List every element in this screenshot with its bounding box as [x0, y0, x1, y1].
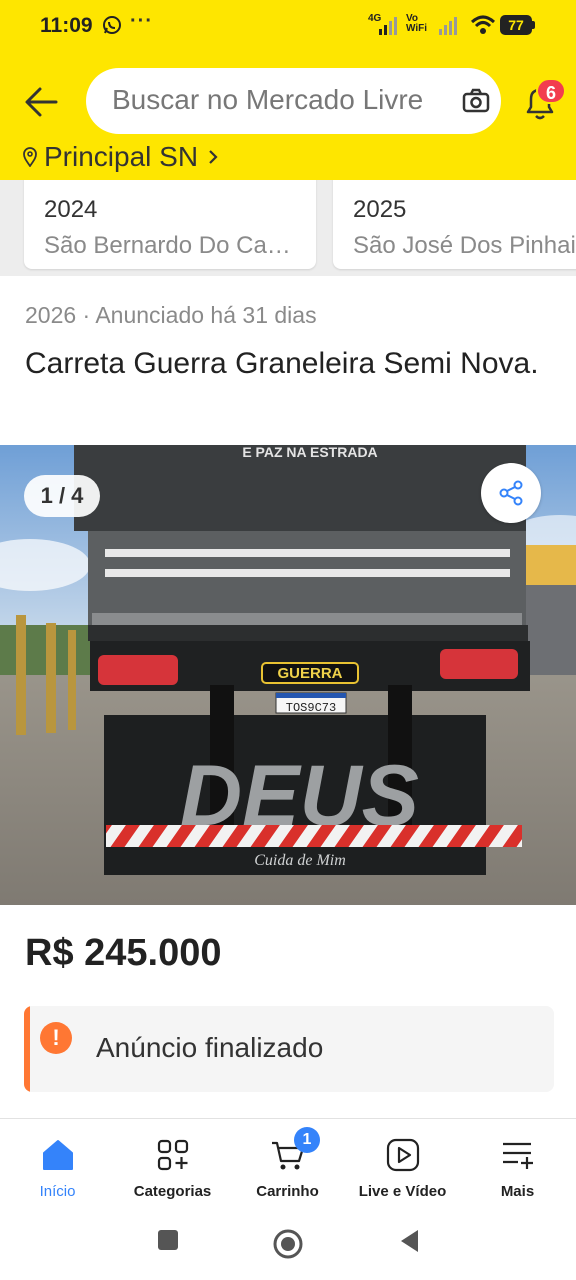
- more-notifications-icon: ···: [130, 10, 153, 32]
- listing-photo[interactable]: GUERRA TOS9C73 DEUS Cuida de Mim E PAZ N…: [0, 445, 576, 905]
- menu-plus-icon: [502, 1142, 533, 1169]
- system-back-icon[interactable]: [398, 1228, 422, 1254]
- related-card-year: 2025: [353, 196, 407, 223]
- nav-item-live-video[interactable]: Live e Vídeo: [345, 1137, 460, 1200]
- status-time: 11:09: [40, 14, 93, 37]
- nav-item-inicio[interactable]: Início: [0, 1137, 115, 1200]
- photo-counter: 1 / 4: [24, 475, 100, 517]
- related-carousel[interactable]: 2024 São Bernardo Do Campo 2025 São José…: [0, 180, 576, 276]
- system-navigation-bar: [0, 1210, 576, 1280]
- battery-icon: 77: [500, 15, 536, 35]
- search-input[interactable]: Buscar no Mercado Livre: [86, 68, 501, 134]
- tarp-banner-text: E PAZ NA ESTRADA: [242, 445, 377, 460]
- price: R$ 245.000: [25, 932, 222, 974]
- wifi-icon: [470, 15, 496, 34]
- nav-label: Carrinho: [256, 1183, 319, 1200]
- nav-label: Início: [39, 1183, 76, 1200]
- listing-title: Carreta Guerra Graneleira Semi Nova.: [25, 347, 539, 380]
- related-card[interactable]: 2025 São José Dos Pinhais: [333, 180, 576, 269]
- related-card-location: São José Dos Pinhais: [353, 232, 576, 259]
- app-header: 11:09 ··· 4G Vo WiFi 77 Buscar no Mercad…: [0, 0, 576, 180]
- mudflap-script: Cuida de Mim: [254, 852, 346, 869]
- nav-item-mais[interactable]: Mais: [460, 1137, 575, 1200]
- nav-label: Live e Vídeo: [358, 1183, 447, 1200]
- whatsapp-icon: [103, 16, 121, 34]
- cart-count-badge: 1: [294, 1127, 320, 1153]
- signal-vowifi-icon: Vo WiFi: [406, 14, 466, 36]
- license-plate-text: TOS9C73: [286, 701, 336, 715]
- search-placeholder: Buscar no Mercado Livre: [112, 84, 424, 115]
- status-accent-bar: [24, 1006, 30, 1092]
- listing-status-banner: ! Anúncio finalizado: [24, 1006, 554, 1092]
- location-selector[interactable]: Principal SN: [22, 140, 220, 174]
- brand-plate-text: GUERRA: [277, 665, 342, 682]
- nav-label: Mais: [500, 1183, 535, 1200]
- recent-apps-icon[interactable]: [156, 1228, 180, 1252]
- listing-meta: 2026 · Anunciado há 31 dias: [25, 302, 317, 328]
- nav-label: Categorias: [133, 1183, 212, 1200]
- bottom-navigation: Início Categorias 1 Carrinho Live e Víde…: [0, 1118, 576, 1210]
- home-circle-icon[interactable]: [272, 1228, 304, 1260]
- back-arrow-icon[interactable]: [22, 82, 62, 122]
- related-card[interactable]: 2024 São Bernardo Do Campo: [24, 180, 316, 269]
- related-card-year: 2024: [44, 196, 98, 223]
- play-icon: [386, 1138, 419, 1172]
- chevron-right-icon: [209, 150, 218, 164]
- location-pin-icon: [23, 147, 37, 167]
- share-icon: [499, 480, 523, 506]
- categories-icon: [157, 1139, 188, 1171]
- signal-4g-icon: 4G: [368, 14, 402, 36]
- notification-badge: 6: [536, 78, 566, 104]
- status-text: Anúncio finalizado: [96, 1032, 324, 1063]
- related-card-location: São Bernardo Do Campo: [44, 232, 296, 259]
- nav-item-categorias[interactable]: Categorias: [115, 1137, 230, 1200]
- camera-icon[interactable]: [462, 88, 490, 114]
- nav-item-carrinho[interactable]: 1 Carrinho: [230, 1127, 345, 1200]
- share-button[interactable]: [481, 463, 541, 523]
- home-icon: [42, 1140, 73, 1170]
- alert-icon: !: [40, 1022, 72, 1054]
- status-bar: 11:09 ··· 4G Vo WiFi 77: [0, 0, 576, 52]
- location-label: Principal SN: [44, 141, 199, 172]
